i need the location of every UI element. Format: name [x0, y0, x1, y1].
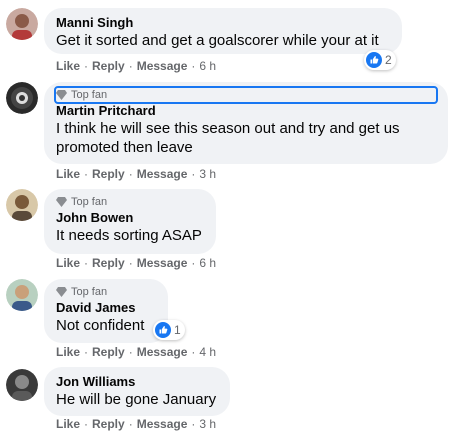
- like-link[interactable]: Like: [56, 345, 80, 359]
- avatar[interactable]: [6, 279, 38, 311]
- comment-text: It needs sorting ASAP: [56, 227, 202, 244]
- comment-actions: Like · Reply · Message · 4 h: [56, 345, 217, 359]
- top-fan-label: Top fan: [71, 286, 108, 298]
- comment-item: Top fan Martin Pritchard I think he will…: [0, 80, 450, 184]
- reply-link[interactable]: Reply: [92, 167, 125, 181]
- comment-text: Not confident: [56, 317, 145, 334]
- timestamp[interactable]: 6 h: [199, 256, 216, 270]
- timestamp[interactable]: 4 h: [199, 345, 216, 359]
- message-link[interactable]: Message: [137, 417, 188, 431]
- comment-text: I think he will see this season out and …: [56, 120, 400, 137]
- reply-link[interactable]: Reply: [92, 59, 125, 73]
- message-link[interactable]: Message: [137, 167, 188, 181]
- comment-bubble: Top fan David James Not confident: [44, 279, 168, 343]
- top-fan-label: Top fan: [71, 196, 108, 208]
- comment-text: Get it sorted and get a goalscorer while…: [56, 32, 379, 49]
- avatar[interactable]: [6, 8, 38, 40]
- comment-item: Jon Williams He will be gone January Lik…: [0, 364, 450, 431]
- comment-item: Manni Singh Get it sorted and get a goal…: [0, 0, 450, 80]
- diamond-icon: [56, 197, 67, 207]
- commenter-name[interactable]: Martin Pritchard: [56, 102, 436, 119]
- comment-actions: Like · Reply · Message · 3 h: [56, 417, 217, 431]
- comment-text: promoted then leave: [56, 139, 193, 156]
- top-fan-label: Top fan: [71, 89, 108, 101]
- comment-bubble: Top fan John Bowen It needs sorting ASAP: [44, 189, 216, 254]
- top-fan-badge: Top fan: [56, 285, 156, 299]
- avatar[interactable]: [6, 189, 38, 221]
- top-fan-badge: Top fan: [56, 195, 204, 209]
- timestamp[interactable]: 3 h: [199, 167, 216, 181]
- top-fan-badge: Top fan: [54, 86, 438, 104]
- reaction-count-text: 1: [174, 323, 181, 337]
- commenter-name[interactable]: David James: [56, 299, 156, 316]
- like-link[interactable]: Like: [56, 256, 80, 270]
- commenter-name[interactable]: Jon Williams: [56, 373, 218, 390]
- comment-bubble: Jon Williams He will be gone January: [44, 367, 230, 416]
- comment-actions: Like · Reply · Message · 6 h: [56, 59, 217, 73]
- timestamp[interactable]: 6 h: [199, 59, 216, 73]
- reaction-count[interactable]: 1: [153, 320, 185, 340]
- comment-bubble: Manni Singh Get it sorted and get a goal…: [44, 8, 402, 54]
- comment-item: Top fan David James Not confident 1 Like…: [0, 272, 450, 364]
- commenter-name[interactable]: Manni Singh: [56, 14, 390, 31]
- like-link[interactable]: Like: [56, 59, 80, 73]
- reply-link[interactable]: Reply: [92, 345, 125, 359]
- like-thumb-icon: [155, 322, 171, 338]
- reply-link[interactable]: Reply: [92, 417, 125, 431]
- reaction-count-text: 2: [385, 53, 392, 67]
- timestamp[interactable]: 3 h: [199, 417, 216, 431]
- comment-item: Top fan John Bowen It needs sorting ASAP…: [0, 184, 450, 272]
- diamond-icon: [56, 287, 67, 297]
- comment-bubble: Top fan Martin Pritchard I think he will…: [44, 82, 448, 164]
- diamond-icon: [56, 90, 67, 100]
- commenter-name[interactable]: John Bowen: [56, 209, 204, 226]
- message-link[interactable]: Message: [137, 59, 188, 73]
- like-link[interactable]: Like: [56, 167, 80, 181]
- avatar[interactable]: [6, 82, 38, 114]
- reply-link[interactable]: Reply: [92, 256, 125, 270]
- comment-actions: Like · Reply · Message · 6 h: [56, 256, 217, 270]
- avatar[interactable]: [6, 369, 38, 401]
- message-link[interactable]: Message: [137, 345, 188, 359]
- comment-actions: Like · Reply · Message · 3 h: [56, 167, 217, 181]
- comment-text: He will be gone January: [56, 391, 217, 408]
- message-link[interactable]: Message: [137, 256, 188, 270]
- like-link[interactable]: Like: [56, 417, 80, 431]
- like-thumb-icon: [366, 52, 382, 68]
- reaction-count[interactable]: 2: [364, 50, 396, 70]
